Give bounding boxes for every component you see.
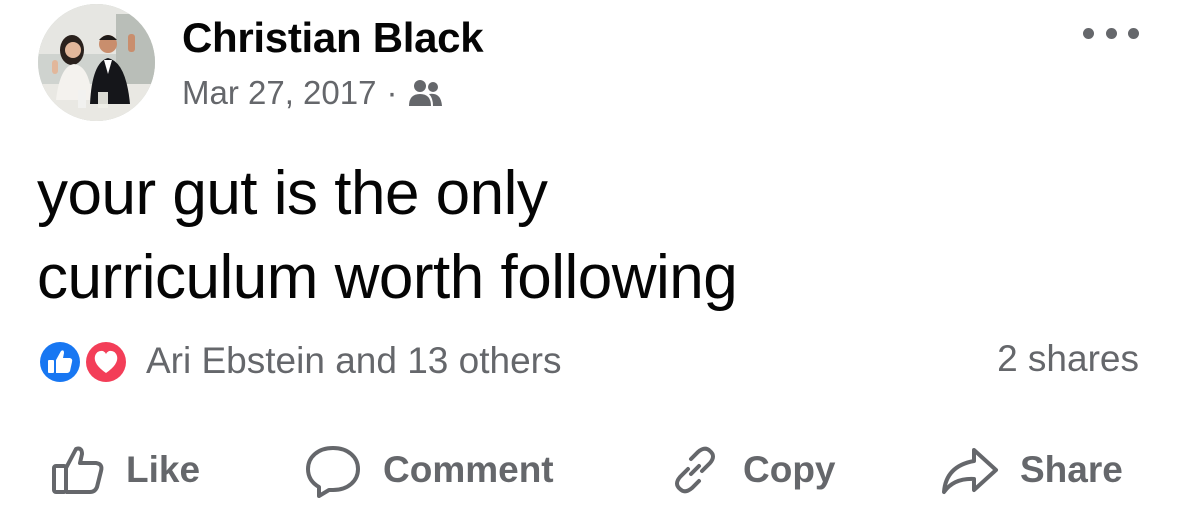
like-label: Like	[126, 449, 201, 490]
more-dot-icon	[1105, 27, 1117, 39]
reactions-summary-text: Ari Ebstein and 13 others	[146, 340, 562, 381]
shares-count[interactable]: 2 shares	[997, 338, 1139, 380]
comment-button[interactable]: Comment	[303, 440, 554, 500]
reactions-summary[interactable]: Ari Ebstein and 13 others	[36, 336, 561, 386]
love-reaction-icon	[84, 340, 128, 384]
more-options-button[interactable]	[1083, 18, 1139, 48]
thumbs-up-icon	[52, 446, 104, 494]
meta-separator: ·	[386, 74, 398, 111]
link-icon	[675, 446, 715, 494]
friends-icon[interactable]	[407, 78, 443, 108]
author-name[interactable]: Christian Black	[182, 14, 484, 62]
comment-bubble-icon	[306, 446, 360, 498]
post-text-line: curriculum worth following	[37, 243, 738, 312]
action-bar: Like Comment Copy Share	[0, 440, 1179, 500]
like-button[interactable]: Like	[50, 440, 200, 500]
comment-label: Comment	[383, 449, 554, 490]
avatar-photo	[38, 4, 155, 121]
copy-label: Copy	[743, 449, 836, 490]
share-arrow-icon	[942, 448, 998, 494]
post-meta: Mar 27, 2017 ·	[182, 74, 443, 112]
post-text: your gut is the only curriculum worth fo…	[37, 152, 1137, 320]
post-date[interactable]: Mar 27, 2017	[182, 74, 376, 112]
more-dot-icon	[1083, 27, 1094, 39]
share-label: Share	[1020, 449, 1123, 490]
copy-button[interactable]: Copy	[667, 440, 836, 500]
post-text-line: your gut is the only	[37, 159, 548, 228]
reaction-icons	[36, 336, 138, 386]
more-dot-icon	[1128, 27, 1139, 39]
share-button[interactable]: Share	[940, 440, 1123, 500]
like-reaction-icon	[38, 340, 82, 384]
avatar[interactable]	[38, 4, 155, 121]
facebook-post: Christian Black Mar 27, 2017 · your gut …	[0, 0, 1179, 525]
